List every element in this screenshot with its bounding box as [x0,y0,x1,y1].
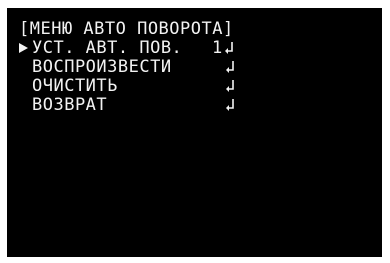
menu-item-playback[interactable]: ВОСПРОИЗВЕСТИ [7,58,234,77]
menu-item-label: ОЧИСТИТЬ [32,76,118,96]
selection-cursor-icon [19,43,28,53]
menu-item-return[interactable]: ВОЗВРАТ [7,96,234,115]
enter-icon [226,80,234,92]
menu-item-value: 1 [212,38,223,58]
enter-icon [226,99,234,111]
menu-item-label: УСТ. АВТ. ПОВ. [32,38,183,58]
menu-item-clear[interactable]: ОЧИСТИТЬ [7,77,234,96]
osd-menu: [МЕНЮ АВТО ПОВОРОТА] УСТ. АВТ. ПОВ. 1 ВО… [7,8,234,217]
menu-title: [МЕНЮ АВТО ПОВОРОТА] [19,19,234,39]
enter-icon [225,42,233,54]
osd-screen: [МЕНЮ АВТО ПОВОРОТА] УСТ. АВТ. ПОВ. 1 ВО… [7,8,382,257]
enter-icon [226,61,234,73]
menu-item-set-auto-pan[interactable]: УСТ. АВТ. ПОВ. 1 [7,39,233,58]
menu-item-label: ВОЗВРАТ [32,95,108,115]
menu-item-label: ВОСПРОИЗВЕСТИ [32,57,172,77]
